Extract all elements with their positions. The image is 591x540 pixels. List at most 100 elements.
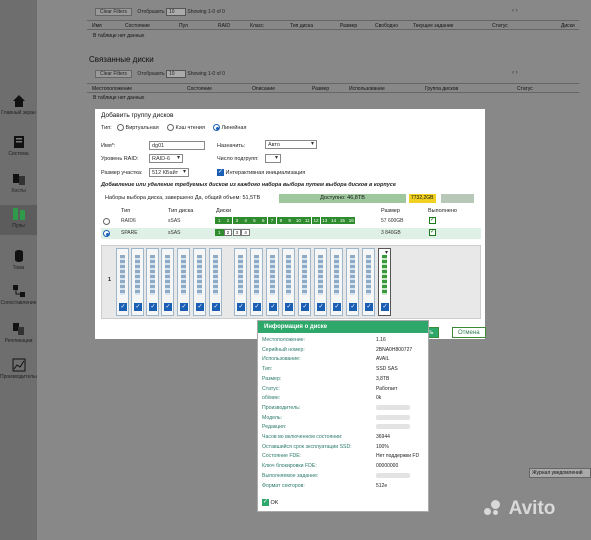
disk-slot[interactable]: ✓: [346, 248, 359, 316]
disk-slot[interactable]: ✓: [266, 248, 279, 316]
disk-info-key: Серийный номер:: [262, 346, 305, 353]
row-disk-type: sSAS: [168, 230, 181, 236]
nav-mapping[interactable]: Сопоставление: [0, 284, 37, 306]
disk-chip[interactable]: 9: [285, 217, 294, 224]
disk-chip[interactable]: 7: [267, 217, 277, 224]
disk-chip[interactable]: 4: [241, 229, 250, 236]
nav-system[interactable]: Система: [0, 135, 37, 157]
nav-home[interactable]: Главный экран: [0, 94, 37, 116]
disk-slot[interactable]: ✓: [314, 248, 327, 316]
selection-row-spare[interactable]: SPARE sSAS 1234 3 840GB ✓: [101, 228, 481, 239]
disk-select-checkbox[interactable]: ✓: [365, 303, 373, 311]
disk-chip[interactable]: 3: [232, 229, 242, 236]
interactive-init-option[interactable]: ✓ Интерактивная инициализация: [217, 169, 305, 176]
disk-chip[interactable]: 2: [223, 229, 233, 236]
disk-slot[interactable]: ✓: [362, 248, 375, 316]
capacity-remainder-bar: [441, 194, 474, 203]
row-radio-raid6[interactable]: [103, 218, 110, 225]
type-linear-option[interactable]: Линейная: [213, 124, 246, 131]
disk-select-checkbox[interactable]: ✓: [149, 303, 157, 311]
disk-chip[interactable]: 5: [250, 217, 259, 224]
disk-chip[interactable]: 11: [302, 217, 312, 224]
disk-select-checkbox[interactable]: ✓: [119, 303, 127, 311]
disk-select-checkbox[interactable]: ✓: [269, 303, 277, 311]
disk-slot[interactable]: ✓: [193, 248, 206, 316]
nav-home-label: Главный экран: [1, 110, 36, 116]
disk-select-checkbox[interactable]: ✓: [253, 303, 261, 311]
disk-info-value: 0k: [376, 395, 382, 402]
name-input[interactable]: dg01: [149, 141, 205, 150]
interactive-init-checkbox[interactable]: ✓: [217, 169, 224, 176]
disk-chip[interactable]: 16: [346, 217, 356, 224]
top-col: Класс: [250, 23, 264, 29]
disk-chip[interactable]: 3: [232, 217, 242, 224]
chunk-size-select[interactable]: 512 КБайт: [149, 168, 189, 177]
disk-chip[interactable]: 14: [329, 217, 338, 224]
type-virtual-option[interactable]: Виртуальная: [117, 124, 159, 131]
radio-readcache[interactable]: [167, 124, 174, 131]
disk-slot[interactable]: ✓: [131, 248, 144, 316]
bottom-pager[interactable]: ‹ ›: [512, 70, 518, 76]
selection-row-raid6[interactable]: RAID6 sSAS 1 2 3 4 5 6 7 8 9 10 11 12 13 14 15 16 57 60…: [101, 216, 481, 227]
disk-select-checkbox[interactable]: ✓: [164, 303, 172, 311]
disk-chip[interactable]: 1: [215, 217, 224, 224]
top-clear-filters-button[interactable]: Clear Filters: [95, 8, 132, 16]
bottom-page-size-select[interactable]: 10: [166, 70, 186, 78]
chunk-size-label: Размер участка:: [101, 170, 143, 176]
notification-journal-button[interactable]: Журнал уведомлений: [529, 468, 591, 478]
disk-chip[interactable]: 8: [276, 217, 286, 224]
disk-chip[interactable]: 4: [241, 217, 250, 224]
disk-select-checkbox[interactable]: ✓: [333, 303, 341, 311]
nav-replication[interactable]: Репликации: [0, 322, 37, 344]
disk-slot[interactable]: ✓: [146, 248, 159, 316]
disk-chip[interactable]: 10: [294, 217, 303, 224]
disk-slot[interactable]: ✓: [161, 248, 174, 316]
ok-option[interactable]: ✓ OK: [262, 499, 278, 506]
raid-level-select[interactable]: RAID-6: [149, 154, 183, 163]
radio-virtual[interactable]: [117, 124, 124, 131]
disk-chip[interactable]: 12: [311, 217, 321, 224]
nav-performance[interactable]: Производительность: [0, 358, 49, 380]
disk-chip[interactable]: 2: [223, 217, 233, 224]
disk-slot[interactable]: ✓: [250, 248, 263, 316]
nav-pools[interactable]: Пулы: [0, 205, 37, 235]
disk-select-checkbox[interactable]: ✓: [301, 303, 309, 311]
disk-select-checkbox[interactable]: ✓: [212, 303, 220, 311]
cancel-button[interactable]: Отмена: [452, 327, 486, 338]
ok-checkbox[interactable]: ✓: [262, 499, 269, 506]
nav-hosts[interactable]: Хосты: [0, 172, 37, 194]
disk-slot[interactable]: ✓: [234, 248, 247, 316]
disk-select-checkbox[interactable]: ✓: [134, 303, 142, 311]
disk-slot[interactable]: ✓: [330, 248, 343, 316]
disk-select-checkbox[interactable]: ✓: [196, 303, 204, 311]
disk-slot[interactable]: ✓: [378, 248, 391, 316]
bottom-clear-filters-button[interactable]: Clear Filters: [95, 70, 132, 78]
radio-linear[interactable]: [213, 124, 220, 131]
disk-chip[interactable]: 6: [258, 217, 268, 224]
disk-slot[interactable]: ✓: [116, 248, 129, 316]
disk-slot[interactable]: ✓: [298, 248, 311, 316]
disk-slot[interactable]: ✓: [209, 248, 222, 316]
disk-info-key: Выполняемое задание:: [262, 472, 319, 479]
col-size: Размер: [381, 208, 400, 214]
disk-info-value: 512e: [376, 482, 388, 489]
assign-select[interactable]: Авто: [265, 140, 317, 149]
disk-chip[interactable]: 1: [215, 229, 224, 236]
top-pager[interactable]: ‹ ›: [512, 8, 518, 14]
disk-slot[interactable]: ✓: [177, 248, 190, 316]
row-radio-spare[interactable]: [103, 230, 110, 237]
disk-select-checkbox[interactable]: ✓: [285, 303, 293, 311]
disk-select-checkbox[interactable]: ✓: [381, 303, 389, 311]
subgroups-select[interactable]: [265, 154, 281, 163]
disk-slot[interactable]: ✓: [282, 248, 295, 316]
type-readcache-option[interactable]: Кэш чтения: [167, 124, 205, 131]
nav-volumes[interactable]: Тома: [0, 249, 37, 271]
disk-select-checkbox[interactable]: ✓: [349, 303, 357, 311]
disk-select-checkbox[interactable]: ✓: [317, 303, 325, 311]
col-disks: Диски: [216, 208, 232, 214]
disk-select-checkbox[interactable]: ✓: [237, 303, 245, 311]
disk-chip[interactable]: 13: [320, 217, 330, 224]
top-page-size-select[interactable]: 10: [166, 8, 186, 16]
disk-chip[interactable]: 15: [338, 217, 347, 224]
disk-select-checkbox[interactable]: ✓: [180, 303, 188, 311]
